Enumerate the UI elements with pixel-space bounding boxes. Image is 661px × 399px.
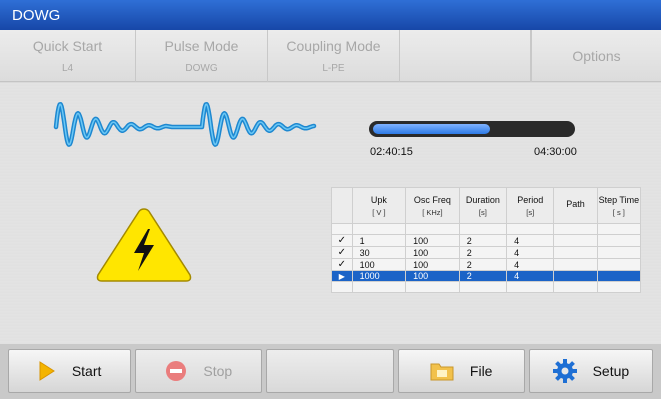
- cell-step-time: [596, 258, 642, 271]
- tab-pulse-mode-label: Pulse Mode: [164, 38, 239, 54]
- stop-circle-icon: [166, 361, 187, 381]
- main-panel: 02:40:15 04:30:00 Upk[ V ] Osc Freq[ KHz…: [0, 83, 661, 344]
- elapsed-time: 02:40:15: [370, 146, 413, 158]
- cell-osc-freq: 100: [405, 234, 460, 247]
- column-header-period: Period [s]: [506, 187, 555, 224]
- cell-path: [553, 258, 598, 271]
- cell-period: 4: [506, 234, 555, 247]
- file-button-label: File: [469, 363, 493, 379]
- cell-duration: 2: [458, 258, 508, 271]
- tab-quick-start-value: L4: [61, 63, 74, 74]
- column-header-step-time: Step Time[ s ]: [596, 187, 642, 224]
- current-row-arrow-icon: ▶: [331, 270, 353, 282]
- cell-upk: 100: [351, 258, 407, 271]
- cell-path: [553, 246, 598, 259]
- column-header-duration: Duration [s]: [458, 187, 508, 224]
- title-bar: DOWG: [0, 0, 661, 30]
- checkmark-icon: ✓: [331, 258, 353, 271]
- tab-empty: [400, 30, 531, 82]
- checkmark-icon: ✓: [331, 234, 353, 247]
- cell-step-time: [596, 234, 642, 247]
- test-sequence-table: Upk[ V ] Osc Freq[ KHz] Duration [s] Peri…: [331, 187, 642, 293]
- mode-tabs: Quick Start L4 Pulse Mode DOWG Coupling …: [0, 30, 661, 82]
- empty-button: [266, 349, 394, 393]
- cell-upk: 30: [351, 246, 407, 259]
- table-row-selected[interactable]: ▶ 1000 100 2 4: [331, 270, 642, 282]
- tab-coupling-mode-label: Coupling Mode: [286, 38, 381, 54]
- start-button[interactable]: Start: [8, 349, 132, 393]
- cell-period: 4: [506, 258, 555, 271]
- cell-duration: 2: [458, 270, 508, 282]
- start-button-label: Start: [71, 363, 102, 379]
- cell-upk: 1: [351, 234, 407, 247]
- gear-icon: [552, 359, 577, 383]
- cell-step-time: [596, 246, 642, 259]
- high-voltage-warning-icon: [96, 208, 192, 282]
- cell-period: 4: [506, 270, 555, 282]
- play-triangle-icon: [39, 361, 55, 381]
- setup-button[interactable]: Setup: [528, 349, 653, 393]
- stop-button[interactable]: Stop: [135, 349, 263, 393]
- test-progress-fill: [373, 124, 490, 134]
- column-header-path: Path: [553, 187, 598, 224]
- tab-quick-start[interactable]: Quick Start L4: [0, 30, 136, 82]
- cell-duration: 2: [458, 234, 508, 247]
- cell-path: [553, 270, 598, 282]
- bottom-toolbar: Start Stop File Setup: [0, 344, 661, 399]
- tab-quick-start-label: Quick Start: [32, 38, 103, 54]
- column-header-osc-freq: Osc Freq[ KHz]: [405, 187, 460, 224]
- file-button[interactable]: File: [397, 349, 525, 393]
- folder-icon: [430, 363, 454, 381]
- cell-osc-freq: 100: [405, 258, 460, 271]
- table-row[interactable]: ✓ 100 100 2 4: [331, 258, 642, 271]
- table-row[interactable]: ✓ 1 100 2 4: [331, 234, 642, 247]
- tab-options[interactable]: Options: [531, 30, 661, 82]
- status-column-header: [331, 187, 353, 224]
- window-title: DOWG: [12, 7, 61, 24]
- checkmark-icon: ✓: [331, 246, 353, 259]
- tab-coupling-mode-value: L-PE: [322, 63, 345, 74]
- stop-button-label: Stop: [203, 363, 233, 379]
- total-time: 04:30:00: [534, 146, 577, 158]
- cell-osc-freq: 100: [405, 246, 460, 259]
- column-header-upk: Upk[ V ]: [351, 187, 407, 224]
- setup-button-label: Setup: [592, 363, 630, 379]
- tab-pulse-mode-value: DOWG: [185, 63, 218, 74]
- table-row[interactable]: ✓ 30 100 2 4: [331, 246, 642, 259]
- cell-period: 4: [506, 246, 555, 259]
- table-row-empty: [331, 281, 642, 293]
- waveform-icon: [53, 102, 317, 147]
- tab-options-label: Options: [572, 48, 621, 64]
- cell-upk: 1000: [351, 270, 407, 282]
- cell-osc-freq: 100: [405, 270, 460, 282]
- table-row-spacer: [331, 223, 642, 235]
- cell-duration: 2: [458, 246, 508, 259]
- tab-coupling-mode[interactable]: Coupling Mode L-PE: [268, 30, 400, 82]
- cell-path: [553, 234, 598, 247]
- test-progress-bar: [369, 121, 575, 137]
- tab-pulse-mode[interactable]: Pulse Mode DOWG: [136, 30, 268, 82]
- cell-step-time: [596, 270, 642, 282]
